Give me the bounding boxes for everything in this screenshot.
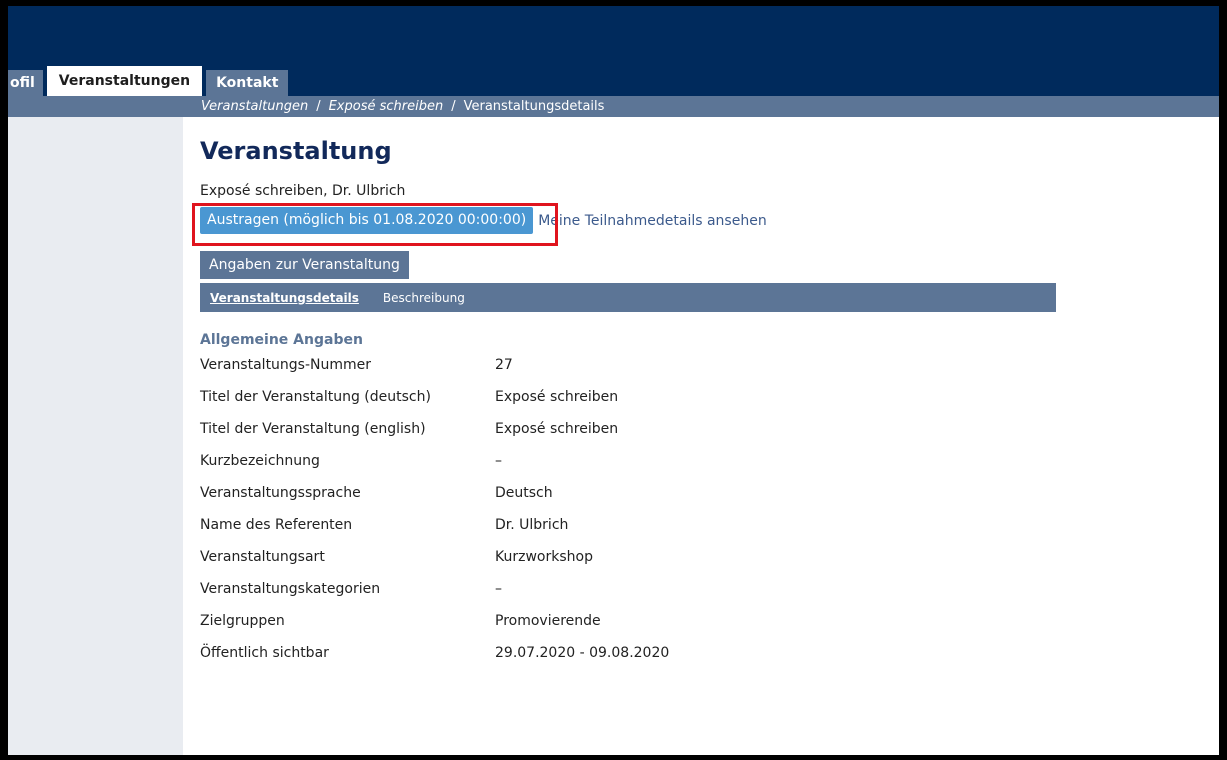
header-bar: ofil Veranstaltungen Kontakt — [8, 6, 1219, 96]
breadcrumb-separator: / — [316, 99, 321, 114]
detail-value: 27 — [495, 357, 513, 373]
breadcrumb-bar: Veranstaltungen / Exposé schreiben / Veranst… — [8, 96, 1219, 117]
event-subtitle: Exposé schreiben, Dr. Ulbrich — [200, 183, 406, 199]
event-info-button[interactable]: Angaben zur Veranstaltung — [200, 251, 409, 279]
breadcrumb-separator: / — [451, 99, 456, 114]
unregister-button[interactable]: Austragen (möglich bis 01.08.2020 00:00:… — [200, 207, 534, 234]
detail-value: Deutsch — [495, 485, 553, 501]
tab-veranstaltungen[interactable]: Veranstaltungen — [46, 66, 203, 96]
detail-label: Veranstaltungs-Nummer — [200, 357, 372, 373]
detail-row: Veranstaltungssprache Deutsch — [200, 485, 669, 517]
detail-value: Dr. Ulbrich — [495, 517, 569, 533]
breadcrumb-item-expose[interactable]: Exposé schreiben — [329, 99, 444, 114]
detail-value: Promovierende — [495, 613, 601, 629]
detail-label: Zielgruppen — [200, 613, 285, 629]
detail-row: Titel der Veranstaltung (english) Exposé … — [200, 421, 669, 453]
detail-value: – — [495, 453, 502, 469]
tab-kontakt[interactable]: Kontakt — [206, 70, 289, 96]
subtab-bar: Veranstaltungsdetails Beschreibung — [200, 283, 1056, 312]
detail-row: Veranstaltungs-Nummer 27 — [200, 357, 669, 389]
tab-profil[interactable]: ofil — [8, 70, 43, 96]
detail-label: Veranstaltungssprache — [200, 485, 361, 501]
detail-value: Kurzworkshop — [495, 549, 593, 565]
detail-row: Veranstaltungskategorien – — [200, 581, 669, 613]
detail-row: Name des Referenten Dr. Ulbrich — [200, 517, 669, 549]
detail-row: Veranstaltungsart Kurzworkshop — [200, 549, 669, 581]
sidebar — [8, 117, 183, 755]
detail-label: Kurzbezeichnung — [200, 453, 320, 469]
detail-label: Veranstaltungskategorien — [200, 581, 381, 597]
detail-row: Öffentlich sichtbar 29.07.2020 - 09.08.20… — [200, 645, 669, 677]
detail-label: Name des Referenten — [200, 517, 353, 533]
detail-value: 29.07.2020 - 09.08.2020 — [495, 645, 670, 661]
action-row: Austragen (möglich bis 01.08.2020 00:00:… — [192, 203, 767, 246]
detail-row: Zielgruppen Promovierende — [200, 613, 669, 645]
detail-label: Titel der Veranstaltung (deutsch) — [200, 389, 431, 405]
detail-value: – — [495, 581, 502, 597]
breadcrumb-item-veranstaltungen[interactable]: Veranstaltungen — [201, 99, 308, 114]
subtab-veranstaltungsdetails[interactable]: Veranstaltungsdetails — [200, 291, 369, 305]
page-title: Veranstaltung — [200, 137, 392, 165]
details-list: Veranstaltungs-Nummer 27 Titel der Verans… — [200, 357, 669, 677]
detail-label: Veranstaltungsart — [200, 549, 325, 565]
section-heading: Allgemeine Angaben — [200, 332, 363, 348]
detail-value: Exposé schreiben — [495, 421, 619, 437]
participation-details-link[interactable]: Meine Teilnahmedetails ansehen — [538, 213, 766, 229]
detail-row: Kurzbezeichnung – — [200, 453, 669, 485]
subtab-beschreibung[interactable]: Beschreibung — [369, 291, 475, 305]
detail-label: Öffentlich sichtbar — [200, 645, 329, 661]
detail-row: Titel der Veranstaltung (deutsch) Exposé … — [200, 389, 669, 421]
detail-value: Exposé schreiben — [495, 389, 619, 405]
browser-frame: ofil Veranstaltungen Kontakt Veranstaltu… — [8, 6, 1219, 755]
main-nav: ofil Veranstaltungen Kontakt — [8, 63, 292, 96]
detail-label: Titel der Veranstaltung (english) — [200, 421, 426, 437]
breadcrumb-item-current: Veranstaltungsdetails — [463, 99, 605, 114]
breadcrumb: Veranstaltungen / Exposé schreiben / Veranst… — [201, 96, 604, 117]
